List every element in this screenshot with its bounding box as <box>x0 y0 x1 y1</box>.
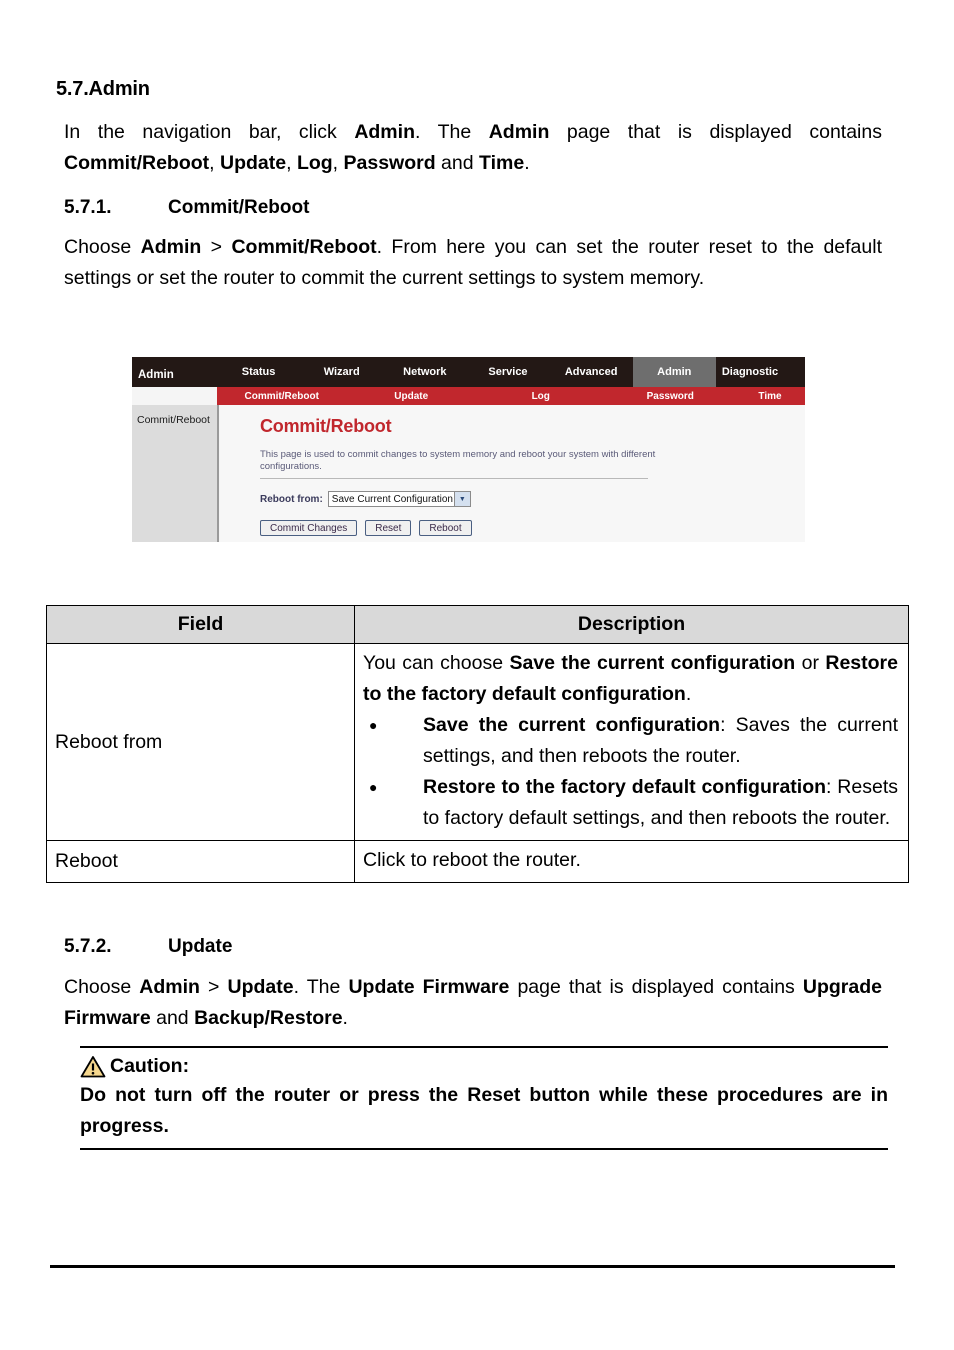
nav-tab-network[interactable]: Network <box>383 357 467 387</box>
router-nav-tabs: Status Wizard Network Service Advanced A… <box>217 357 805 387</box>
bullet-item-restore-factory: Restore to the factory default configura… <box>363 772 898 834</box>
sub-tab-log[interactable]: Log <box>476 387 606 405</box>
caution-heading: Caution: <box>80 1055 888 1078</box>
sub1-text-2: > <box>201 236 232 258</box>
intro-bold-1: Admin <box>354 121 415 143</box>
intro-bold-6: Password <box>343 152 436 174</box>
table-header-description: Description <box>354 605 909 644</box>
sub-tab-password[interactable]: Password <box>606 387 736 405</box>
caution-callout: Caution: Do not turn off the router or p… <box>80 1046 888 1150</box>
bullet-item-save-current: Save the current configuration: Saves th… <box>363 710 898 772</box>
subsection-1-title: Commit/Reboot <box>168 197 310 218</box>
sidebar-item-commit-reboot[interactable]: Commit/Reboot <box>137 414 210 426</box>
description-bullet-list: Save the current configuration: Saves th… <box>363 710 898 834</box>
desc-text-3: . <box>685 683 692 705</box>
table-header-row: Field Description <box>46 605 909 644</box>
subsection-1-paragraph: Choose Admin > Commit/Reboot. From here … <box>64 232 882 294</box>
sub2-bold-1: Admin <box>139 976 200 998</box>
table-cell-field-reboot: Reboot <box>46 840 355 883</box>
desc-text-2: or <box>795 652 826 674</box>
caution-label: Caution: <box>110 1055 190 1077</box>
subsection-2-number: 5.7.2. <box>64 936 112 957</box>
reboot-from-row: Reboot from: Save Current Configuration … <box>260 491 471 507</box>
bullet-bold-2: Restore to the factory default configura… <box>423 776 827 798</box>
sub1-text-1: Choose <box>64 236 141 258</box>
reboot-from-select[interactable]: Save Current Configuration ▼ <box>327 491 471 507</box>
sub2-text-1: Choose <box>64 976 140 998</box>
intro-paragraph: In the navigation bar, click Admin. The … <box>64 117 882 179</box>
intro-bold-2: Admin <box>488 121 550 143</box>
intro-bold-5: Log <box>296 152 333 174</box>
intro-bold-3: Commit/Reboot <box>64 152 210 174</box>
intro-bold-4: Update <box>220 152 287 174</box>
router-sub-nav: Commit/Reboot Update Log Password Time <box>217 387 805 405</box>
router-content-panel: Commit/Reboot This page is used to commi… <box>220 405 805 542</box>
table-header-field: Field <box>46 605 355 644</box>
document-page: 5.7.Admin In the navigation bar, click A… <box>0 0 954 1350</box>
subsection-1-heading: 5.7.1. Commit/Reboot <box>64 197 309 219</box>
bullet-bold-1: Save the current configuration <box>423 714 721 736</box>
nav-tab-admin[interactable]: Admin <box>632 357 716 387</box>
table-row: Reboot from You can choose Save the curr… <box>46 643 909 841</box>
reboot-from-selected-value: Save Current Configuration <box>331 493 453 505</box>
intro-text-6: , <box>332 152 344 174</box>
reset-button[interactable]: Reset <box>365 520 412 536</box>
sub-tab-commit-reboot[interactable]: Commit/Reboot <box>217 387 347 405</box>
field-description-table: Field Description Reboot from You can ch… <box>46 605 909 883</box>
sub2-bold-2: Update <box>227 976 294 998</box>
intro-text-7: and <box>435 152 480 174</box>
sub2-bold-3: Update Firmware <box>348 976 510 998</box>
intro-bold-7: Time <box>479 152 525 174</box>
sub2-bold-5: Backup/Restore <box>194 1007 343 1029</box>
router-button-row: Commit Changes Reset Reboot <box>260 520 472 536</box>
sub2-text-2: > <box>199 976 228 998</box>
intro-text-5: , <box>286 152 297 174</box>
reboot-from-label: Reboot from: <box>260 493 323 505</box>
sub-tab-update[interactable]: Update <box>347 387 477 405</box>
caution-bottom-rule <box>80 1148 888 1150</box>
nav-tab-status[interactable]: Status <box>217 357 301 387</box>
chevron-down-icon[interactable]: ▼ <box>453 492 470 506</box>
intro-text-2: . The <box>414 121 489 143</box>
sub-tab-time[interactable]: Time <box>735 387 805 405</box>
desc-bold-1: Save the current configuration <box>509 652 796 674</box>
desc-text-1: You can choose <box>363 652 510 674</box>
router-divider <box>260 478 648 479</box>
nav-tab-wizard[interactable]: Wizard <box>300 357 384 387</box>
subsection-2-paragraph: Choose Admin > Update. The Update Firmwa… <box>64 972 882 1034</box>
sub2-text-6: . <box>342 1007 348 1029</box>
reboot-button[interactable]: Reboot <box>419 520 472 536</box>
subsection-2-heading: 5.7.2. Update <box>64 936 232 958</box>
router-sidebar: Commit/Reboot <box>132 405 219 542</box>
router-body: Commit/Reboot Commit/Reboot This page is… <box>132 405 805 542</box>
sub2-text-5: and <box>150 1007 195 1029</box>
router-ui-screenshot: Admin Status Wizard Network Service Adva… <box>132 357 805 542</box>
router-page-title: Commit/Reboot <box>260 416 392 436</box>
nav-tab-diagnostic[interactable]: Diagnostic <box>715 357 805 387</box>
table-cell-description-reboot-from: You can choose Save the current configur… <box>354 643 909 841</box>
footer-separator <box>50 1265 895 1268</box>
warning-triangle-icon <box>80 1056 106 1078</box>
caution-body-text: Do not turn off the router or press the … <box>80 1084 888 1137</box>
caution-inner: Caution: Do not turn off the router or p… <box>80 1048 888 1148</box>
sub2-text-4: page that is displayed contains <box>509 976 803 998</box>
sub1-bold-2: Commit/Reboot <box>231 236 377 258</box>
intro-text-1: In the navigation bar, click <box>64 121 355 143</box>
sub2-text-3: . The <box>293 976 349 998</box>
router-page-description: This page is used to commit changes to s… <box>260 449 656 472</box>
sub1-bold-1: Admin <box>140 236 202 258</box>
intro-text-4: , <box>209 152 220 174</box>
nav-tab-service[interactable]: Service <box>466 357 550 387</box>
table-cell-description-reboot: Click to reboot the router. <box>354 840 909 883</box>
subsection-1-number: 5.7.1. <box>64 197 112 218</box>
nav-tab-advanced[interactable]: Advanced <box>549 357 633 387</box>
router-brand-label: Admin <box>138 369 174 381</box>
intro-text-8: . <box>524 152 530 174</box>
table-cell-field-reboot-from: Reboot from <box>46 643 355 841</box>
section-heading: 5.7.Admin <box>56 78 150 100</box>
commit-changes-button[interactable]: Commit Changes <box>260 520 358 536</box>
subsection-2-title: Update <box>168 936 233 957</box>
table-row: Reboot Click to reboot the router. <box>46 840 909 883</box>
intro-text-3: page that is displayed contains <box>549 121 882 143</box>
